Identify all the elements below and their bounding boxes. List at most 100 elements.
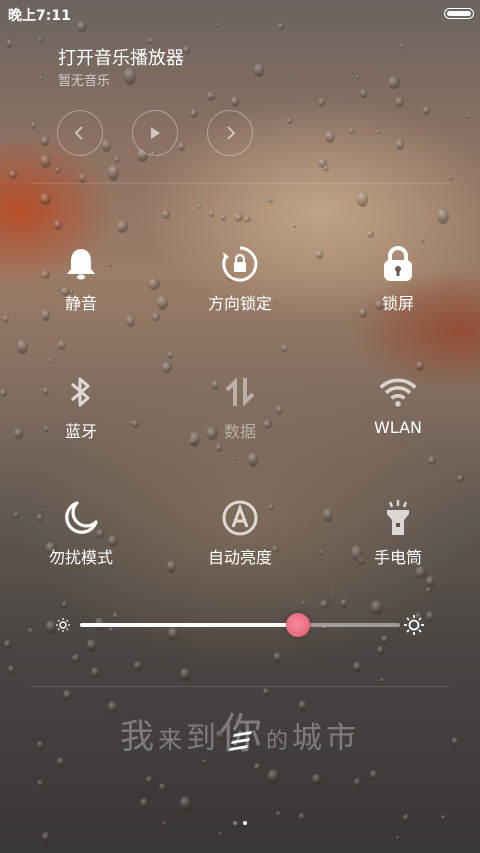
toggle-flashlight[interactable]: 手电筒 <box>333 498 463 578</box>
rain-drop <box>400 43 405 50</box>
rain-drop <box>367 229 375 238</box>
rain-drop <box>355 74 360 80</box>
rain-drop <box>6 39 13 48</box>
rain-drop <box>281 344 288 353</box>
rain-drop <box>357 191 368 207</box>
moon-icon <box>61 498 101 538</box>
toggle-bluetooth[interactable]: 蓝牙 <box>16 372 146 452</box>
rain-drop <box>39 153 51 168</box>
rain-drop <box>312 773 323 786</box>
next-button[interactable] <box>207 110 253 156</box>
brightness-slider[interactable] <box>55 610 425 640</box>
chevron-right-icon <box>227 126 236 140</box>
rain-drop <box>230 96 240 108</box>
wallpaper-char: 到 <box>185 721 220 756</box>
rain-drop <box>0 389 7 397</box>
rain-drop <box>62 689 73 700</box>
rain-drop <box>388 76 400 89</box>
rain-drop <box>234 212 244 222</box>
rain-drop <box>320 550 324 555</box>
bluetooth-icon <box>61 372 101 412</box>
toggle-lock-screen[interactable]: 锁屏 <box>333 244 463 324</box>
rain-drop <box>158 782 166 793</box>
status-time: 晚上7:11 <box>8 8 71 24</box>
rain-drop <box>349 128 355 135</box>
rain-drop <box>315 250 323 259</box>
toggle-label: 方向锁定 <box>207 294 272 313</box>
rain-drop <box>177 141 185 151</box>
rain-drop <box>287 117 293 125</box>
toggle-do-not-disturb[interactable]: 勿扰模式 <box>16 498 146 578</box>
rain-drop <box>449 175 454 181</box>
rain-drop <box>38 37 43 42</box>
rain-drop <box>292 223 296 228</box>
rain-drop <box>370 770 378 781</box>
rain-drop <box>162 210 170 219</box>
rain-drop <box>465 114 470 119</box>
rain-drop <box>140 798 150 809</box>
wallpaper-char: 我 <box>119 717 158 757</box>
toggle-wlan[interactable]: WLAN <box>333 372 463 452</box>
rain-drop <box>318 158 328 168</box>
rain-drop <box>133 660 142 671</box>
previous-button[interactable] <box>57 110 103 156</box>
toggle-label: 自动亮度 <box>207 548 272 567</box>
rain-drop <box>425 586 432 594</box>
wallpaper-char: 市 <box>326 721 361 756</box>
rain-drop <box>273 652 282 663</box>
brightness-fill <box>80 623 298 627</box>
brightness-thumb[interactable] <box>285 613 310 637</box>
battery-icon <box>444 8 474 19</box>
rain-drop <box>146 776 153 784</box>
rain-drop <box>183 46 190 54</box>
rain-drop <box>209 210 214 218</box>
rain-drop <box>91 666 100 679</box>
music-player-title[interactable]: 打开音乐播放器 <box>58 44 184 70</box>
rain-drop <box>197 204 202 210</box>
rain-drop <box>262 688 269 697</box>
toggle-auto-brightness[interactable]: 自动亮度 <box>175 498 305 578</box>
lock-icon <box>378 244 418 284</box>
toggle-label: 静音 <box>64 294 97 313</box>
rain-drop <box>207 90 215 101</box>
rain-drop <box>425 611 435 623</box>
rain-drop <box>152 313 161 322</box>
toggle-mobile-data[interactable]: 数据 <box>175 372 305 452</box>
drag-handle-icon[interactable] <box>228 730 254 752</box>
rain-drop <box>58 339 67 351</box>
rain-drop <box>219 832 223 837</box>
rain-drop <box>396 139 405 151</box>
rain-drop <box>16 338 29 354</box>
brightness-high-icon <box>404 615 424 635</box>
rain-drop <box>101 139 111 153</box>
rain-drop <box>253 63 265 77</box>
rain-drop <box>375 130 380 135</box>
page-indicator <box>0 810 480 829</box>
rain-drop <box>28 628 35 635</box>
rain-drop <box>38 76 43 82</box>
rain-drop <box>395 835 401 841</box>
toggle-label: WLAN <box>373 418 422 437</box>
rain-drop <box>267 769 279 784</box>
rain-drop <box>54 220 62 230</box>
divider <box>30 183 450 184</box>
play-button[interactable] <box>132 110 178 156</box>
rain-drop <box>247 452 259 467</box>
rain-drop <box>421 236 426 243</box>
rain-drop <box>395 97 404 108</box>
rain-drop <box>78 172 86 183</box>
toggle-label: 勿扰模式 <box>48 548 113 567</box>
toggle-mute[interactable]: 静音 <box>16 244 146 324</box>
toggle-rotation-lock[interactable]: 方向锁定 <box>175 244 305 324</box>
rain-drop <box>161 362 173 374</box>
rain-drop <box>324 129 335 144</box>
rain-drop <box>47 358 52 363</box>
rain-drop <box>116 219 128 233</box>
wifi-icon <box>378 372 418 412</box>
play-icon <box>151 127 160 139</box>
wallpaper-char: 城 <box>292 721 327 756</box>
status-bar: 晚上7:11 <box>0 0 480 26</box>
rain-drop <box>167 351 173 359</box>
wallpaper-char: 的 <box>266 729 293 754</box>
rain-drop <box>289 71 293 76</box>
